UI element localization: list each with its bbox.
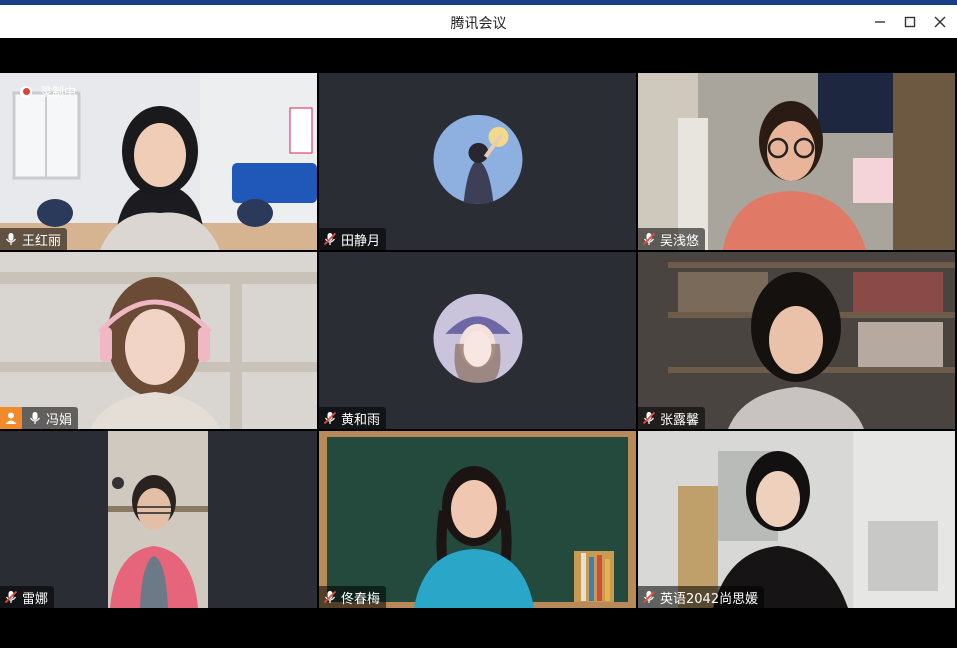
maximize-icon — [904, 16, 916, 28]
participant-nametag: 吴浅悠 — [638, 228, 706, 250]
microphone-icon — [30, 412, 40, 424]
participant-name: 张露馨 — [660, 412, 700, 428]
participant-nametag: 张露馨 — [638, 407, 706, 429]
recording-label: 录制中 — [40, 85, 77, 99]
participant-name: 佟春梅 — [341, 591, 381, 607]
microphone-muted-icon — [642, 411, 656, 425]
video-feed — [638, 252, 955, 429]
close-icon — [934, 16, 946, 28]
microphone-muted-icon — [323, 590, 337, 604]
video-tile-4[interactable]: 黄和雨 — [319, 252, 636, 429]
record-icon — [20, 85, 32, 98]
participant-nametag: 佟春梅 — [319, 586, 387, 608]
participant-name: 英语2042尚思媛 — [660, 591, 759, 607]
recording-indicator: 录制中 — [20, 83, 76, 100]
minimize-icon — [875, 21, 885, 23]
video-tile-0[interactable]: 录制中 王红丽 — [0, 73, 317, 250]
participant-nametag: 黄和雨 — [319, 407, 387, 429]
video-tile-1[interactable]: 田静月 — [319, 73, 636, 250]
participant-name: 雷娜 — [22, 591, 49, 607]
microphone-muted-icon — [323, 411, 337, 425]
participant-name: 吴浅悠 — [660, 233, 700, 249]
video-tile-2[interactable]: 吴浅悠 — [638, 73, 955, 250]
video-feed — [319, 431, 636, 608]
participant-nametag: 雷娜 — [0, 586, 55, 608]
participant-nametag: 田静月 — [319, 228, 387, 250]
participant-nametag: 王红丽 — [0, 228, 68, 250]
video-feed — [638, 73, 955, 250]
participant-nametag: 冯娟 — [0, 407, 79, 429]
video-tile-3[interactable]: 冯娟 — [0, 252, 317, 429]
participant-avatar — [433, 293, 522, 383]
microphone-icon — [6, 233, 16, 245]
participant-avatar — [433, 114, 522, 204]
microphone-muted-icon — [4, 590, 18, 604]
microphone-muted-icon — [323, 232, 337, 246]
participant-name: 冯娟 — [46, 412, 73, 428]
participant-name: 王红丽 — [22, 233, 62, 249]
participant-nametag: 英语2042尚思媛 — [638, 586, 765, 608]
minimize-button[interactable] — [866, 10, 894, 34]
microphone-muted-icon — [642, 232, 656, 246]
title-bar: 腾讯会议 — [0, 0, 957, 38]
participant-name: 黄和雨 — [341, 412, 381, 428]
participant-name: 田静月 — [341, 233, 381, 249]
video-tile-5[interactable]: 张露馨 — [638, 252, 955, 429]
video-grid: 录制中 王红丽 田静月 吴浅悠 冯娟 黄和雨 张露馨 雷娜 佟春梅 英语2042… — [0, 73, 957, 610]
microphone-muted-icon — [642, 590, 656, 604]
video-tile-6[interactable]: 雷娜 — [0, 431, 317, 608]
window-title: 腾讯会议 — [450, 16, 507, 32]
video-feed — [0, 431, 317, 608]
maximize-button[interactable] — [896, 10, 924, 34]
host-icon — [0, 407, 22, 429]
video-feed — [638, 431, 955, 608]
video-feed — [0, 252, 317, 429]
video-tile-7[interactable]: 佟春梅 — [319, 431, 636, 608]
video-tile-8[interactable]: 英语2042尚思媛 — [638, 431, 955, 608]
close-button[interactable] — [926, 10, 954, 34]
